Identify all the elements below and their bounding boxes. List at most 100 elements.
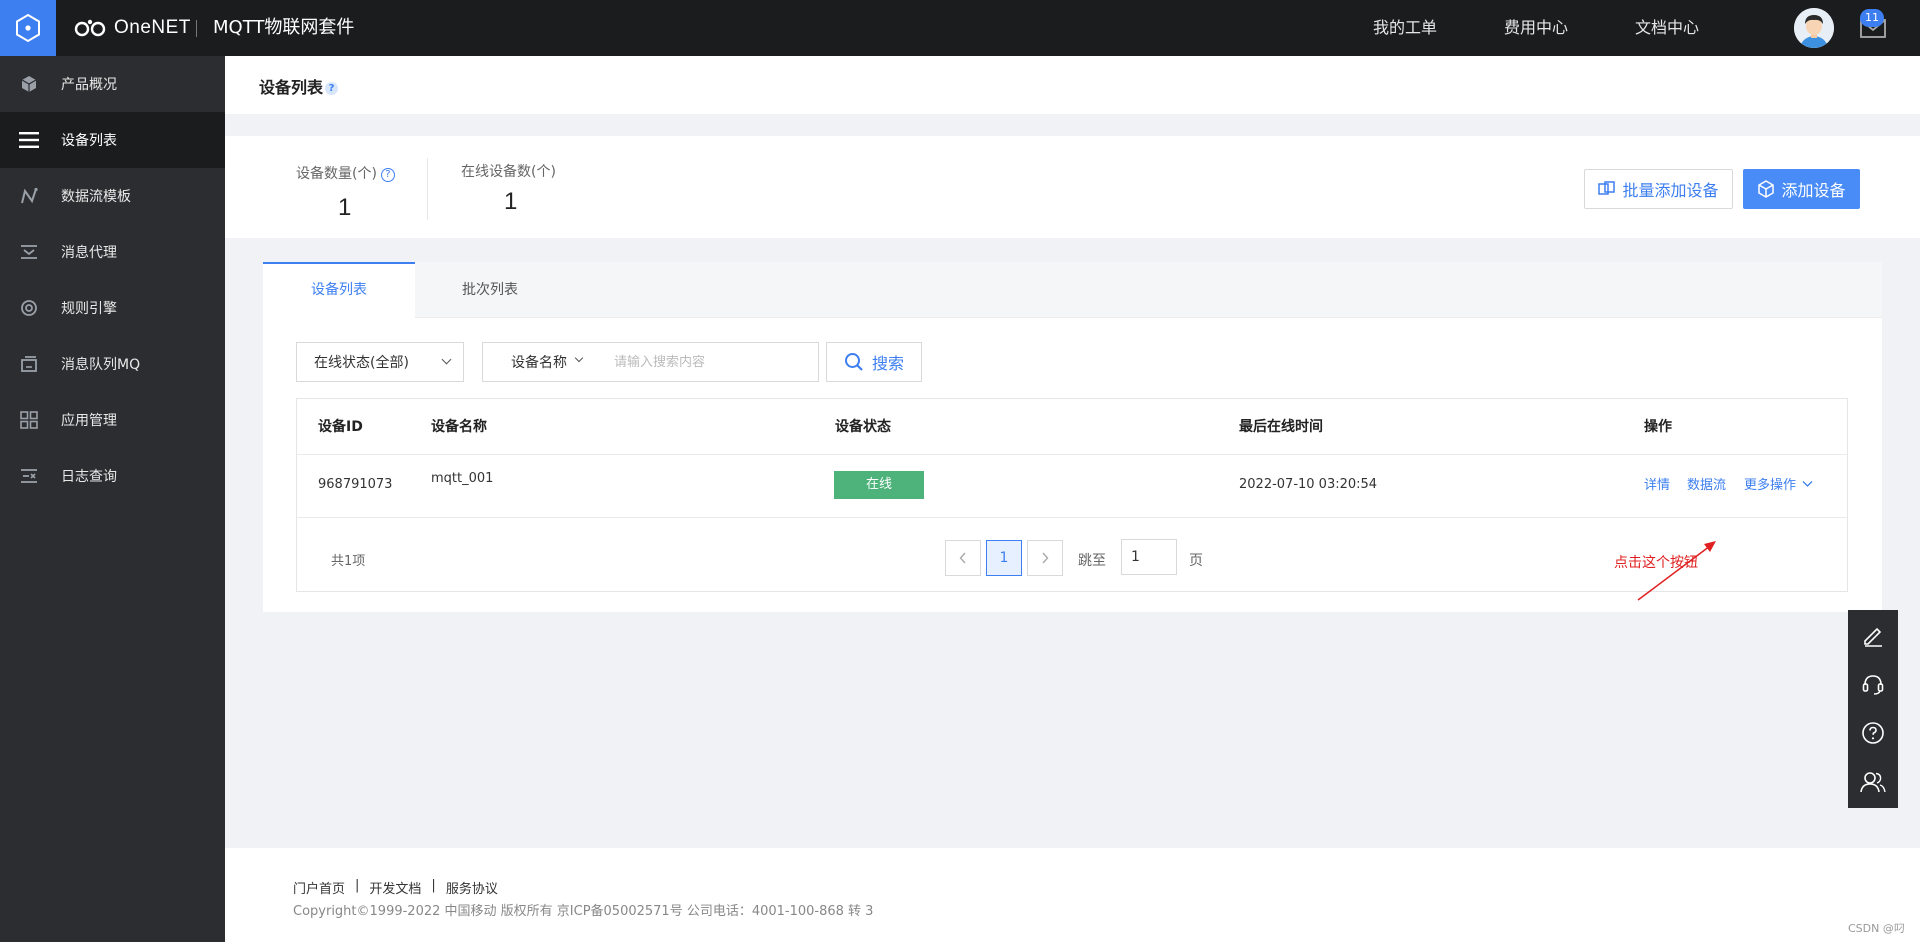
column-header-device-id: 设备ID — [318, 419, 363, 435]
tab-batch-list[interactable]: 批次列表 — [415, 262, 565, 319]
header-divider — [297, 454, 1847, 455]
stats-panel: 设备数量(个)? 1 在线设备数(个) 1 批量添加设备 添加设备 — [225, 136, 1920, 238]
online-count-label: 在线设备数(个) — [461, 164, 556, 180]
cube-icon — [18, 73, 40, 95]
batch-add-label: 批量添加设备 — [1622, 181, 1719, 200]
sidebar-item-label: 数据流模板 — [61, 189, 131, 205]
online-status-value: 在线状态(全部) — [314, 355, 409, 371]
search-input[interactable] — [597, 342, 819, 382]
question-circle-icon — [1862, 721, 1884, 744]
onenet-mark-icon — [74, 19, 106, 37]
nav-docs-center[interactable]: 文档中心 — [1635, 0, 1699, 56]
help-button[interactable] — [1848, 708, 1898, 757]
column-header-actions: 操作 — [1644, 419, 1672, 435]
column-header-device-status: 设备状态 — [835, 419, 891, 435]
list-icon — [18, 129, 40, 151]
row-divider — [297, 517, 1847, 518]
jump-to-label: 跳至 — [1078, 553, 1106, 569]
footer-divider: | — [355, 878, 360, 893]
chevron-down-icon — [574, 353, 584, 363]
device-name-cell: mqtt_001 — [431, 471, 494, 486]
sidebar-item-label: 规则引擎 — [61, 301, 117, 317]
avatar-person-icon — [1794, 8, 1834, 48]
batch-cube-icon — [1598, 181, 1616, 195]
nav-billing-center[interactable]: 费用中心 — [1504, 0, 1568, 56]
grid-icon — [18, 409, 40, 431]
headset-icon — [1862, 674, 1884, 695]
more-actions-label: 更多操作 — [1744, 478, 1797, 493]
sidebar: 产品概况 设备列表 数据流模板 消息代理 规则引擎 消息队列MQ 应用管理 日志… — [0, 56, 225, 942]
edit-feedback-button[interactable] — [1848, 610, 1898, 659]
footer-links: 门户首页 | 开发文档 | 服务协议 — [293, 878, 498, 897]
sidebar-item-app-management[interactable]: 应用管理 — [0, 392, 225, 448]
search-icon — [844, 353, 863, 371]
notification-badge: 11 — [1860, 9, 1884, 27]
user-avatar[interactable] — [1794, 8, 1834, 48]
sidebar-item-message-queue[interactable]: 消息队列MQ — [0, 336, 225, 392]
sidebar-item-product-overview[interactable]: 产品概况 — [0, 56, 225, 112]
sidebar-item-rule-engine[interactable]: 规则引擎 — [0, 280, 225, 336]
jump-page-input[interactable] — [1121, 539, 1177, 575]
more-actions-link[interactable]: 更多操作 — [1744, 474, 1813, 493]
community-button[interactable] — [1848, 757, 1898, 806]
rule-engine-icon — [18, 297, 40, 319]
chevron-down-icon — [441, 354, 452, 365]
stats-divider — [427, 158, 428, 220]
datastream-icon — [18, 185, 40, 207]
top-bar: OneNET MQTT物联网套件 我的工单 费用中心 文档中心 11 — [0, 0, 1920, 56]
search-field-select[interactable]: 设备名称 — [482, 342, 598, 382]
chevron-down-icon — [1802, 481, 1813, 487]
sidebar-item-label: 日志查询 — [61, 469, 117, 485]
customer-service-button[interactable] — [1848, 659, 1898, 708]
page-title-text: 设备列表 — [259, 78, 324, 97]
suite-title: MQTT物联网套件 — [213, 17, 355, 38]
sidebar-item-label: 消息队列MQ — [61, 357, 141, 373]
column-header-device-name: 设备名称 — [431, 419, 487, 435]
log-icon — [18, 465, 40, 487]
batch-add-devices-button[interactable]: 批量添加设备 — [1584, 169, 1733, 209]
sidebar-item-datastream-template[interactable]: 数据流模板 — [0, 168, 225, 224]
column-header-last-online: 最后在线时间 — [1239, 419, 1323, 435]
tab-bar: 设备列表 批次列表 — [263, 262, 1882, 319]
footer-link-service-agreement[interactable]: 服务协议 — [446, 878, 498, 897]
page-title: 设备列表? — [259, 74, 339, 98]
annotation-arrow — [1637, 541, 1716, 601]
chevron-right-icon — [1042, 552, 1049, 564]
footer-link-portal-home[interactable]: 门户首页 — [293, 878, 345, 897]
sidebar-item-log-query[interactable]: 日志查询 — [0, 448, 225, 504]
cube-icon — [1758, 180, 1775, 198]
brand-logo[interactable]: OneNET — [74, 0, 191, 56]
watermark-text: CSDN @叼 — [1848, 922, 1905, 935]
tab-device-list[interactable]: 设备列表 — [263, 262, 415, 319]
online-status-select[interactable]: 在线状态(全部) — [296, 342, 464, 382]
page-header: 设备列表? — [225, 56, 1920, 114]
next-page-button[interactable] — [1027, 540, 1063, 576]
sidebar-item-label: 设备列表 — [61, 133, 117, 149]
sidebar-item-message-proxy[interactable]: 消息代理 — [0, 224, 225, 280]
status-badge: 在线 — [834, 471, 924, 499]
sidebar-item-label: 消息代理 — [61, 245, 117, 261]
sidebar-item-device-list[interactable]: 设备列表 — [0, 112, 225, 168]
page-suffix-label: 页 — [1189, 553, 1203, 569]
floating-toolbar — [1848, 610, 1898, 808]
footer-link-dev-docs[interactable]: 开发文档 — [369, 878, 421, 897]
nav-my-tickets[interactable]: 我的工单 — [1373, 0, 1437, 56]
question-circle-icon[interactable]: ? — [380, 168, 395, 182]
last-online-cell: 2022-07-10 03:20:54 — [1239, 477, 1378, 492]
page-button-current[interactable]: 1 — [986, 540, 1022, 576]
help-icon[interactable]: ? — [325, 82, 339, 95]
add-device-label: 添加设备 — [1781, 181, 1846, 200]
pagination-total: 共1项 — [331, 554, 366, 569]
online-count-value: 1 — [504, 188, 518, 215]
sidebar-item-label: 产品概况 — [61, 77, 117, 93]
chevron-left-icon — [959, 552, 966, 564]
prev-page-button[interactable] — [945, 540, 981, 576]
footer-divider: | — [431, 878, 436, 893]
sidebar-item-label: 应用管理 — [61, 413, 117, 429]
message-proxy-icon — [18, 241, 40, 263]
device-count-label-text: 设备数量(个) — [296, 166, 377, 182]
add-device-button[interactable]: 添加设备 — [1743, 169, 1860, 209]
search-button[interactable]: 搜索 — [826, 342, 922, 382]
app-logo[interactable] — [0, 0, 56, 56]
device-count-value: 1 — [338, 194, 352, 221]
